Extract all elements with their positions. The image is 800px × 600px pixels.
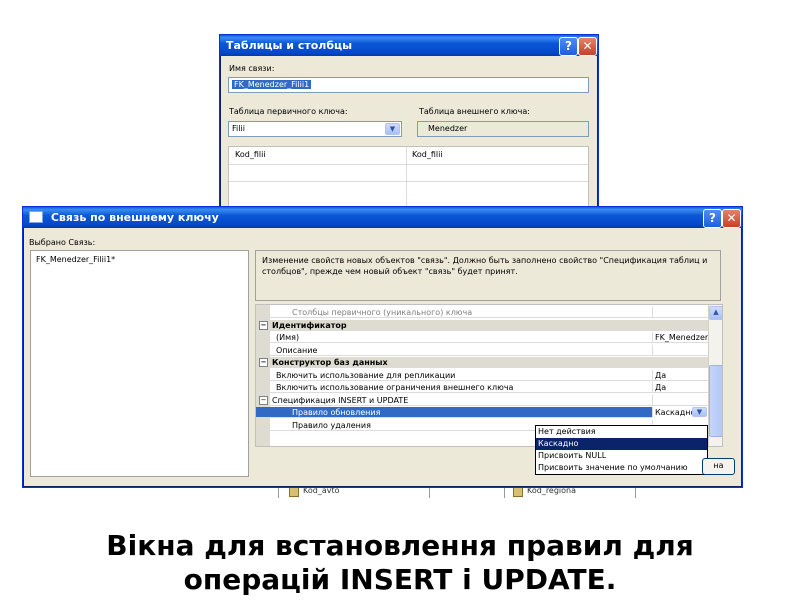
property-name: Идентификатор — [272, 320, 347, 330]
property-name: Описание — [276, 345, 318, 355]
property-row[interactable]: Включить использование ограничения внешн… — [256, 382, 708, 393]
close-dialog-label: на — [713, 461, 724, 470]
property-row[interactable]: Включить использование для репликации Да — [256, 369, 711, 381]
chevron-down-icon[interactable]: ▼ — [385, 123, 400, 135]
tables-columns-titlebar[interactable]: Таблицы и столбцы — [220, 35, 598, 56]
foreign-key-title: Связь по внешнему ключу — [50, 211, 219, 224]
pk-table-label: Таблица первичного ключа: — [229, 107, 348, 116]
collapse-icon[interactable]: − — [259, 395, 268, 405]
scroll-thumb[interactable] — [709, 365, 722, 437]
tables-columns-title: Таблицы и столбцы — [226, 39, 353, 52]
property-value[interactable]: Да — [652, 369, 711, 381]
property-value[interactable]: FK_Menedzer_F — [652, 332, 711, 343]
property-name: Включить использование ограничения внешн… — [276, 383, 514, 392]
caption-line-2: операцій INSERT і UPDATE. — [183, 563, 617, 596]
tables-columns-window: Таблицы и столбцы ? ✕ Имя связи: FK_Mene… — [219, 34, 599, 212]
fk-table-field: Menedzer — [417, 121, 589, 137]
pk-column-cell[interactable]: Kod_filii — [235, 150, 266, 159]
grid-divider — [406, 147, 407, 211]
property-row[interactable]: − Конструктор баз данных — [256, 357, 708, 368]
caption-line-1: Вікна для встановлення правил для — [106, 529, 694, 562]
property-row[interactable]: Правило обновления Каскадно ▼ — [256, 407, 711, 418]
window-icon — [29, 211, 43, 223]
pk-table-value: Filii — [232, 124, 245, 133]
property-name: Правило обновления — [292, 408, 381, 417]
grid-row-line — [229, 181, 588, 182]
property-value[interactable] — [652, 344, 711, 356]
relation-name-input[interactable]: FK_Menedzer_Filii1 — [228, 77, 589, 93]
property-name: Включить использование для репликации — [276, 370, 456, 380]
fk-table-value: Menedzer — [428, 124, 468, 133]
property-value[interactable] — [652, 307, 711, 318]
foreign-key-window: Связь по внешнему ключу ? ✕ Выбрано Связ… — [22, 206, 743, 488]
pk-table-select[interactable]: Filii ▼ — [228, 121, 402, 137]
relation-list[interactable]: FK_Menedzer_Filii1* — [30, 250, 249, 477]
column-mapping-grid[interactable]: Kod_filii Kod_filii — [228, 146, 589, 211]
property-row[interactable]: (Имя) FK_Menedzer_F — [256, 332, 711, 343]
property-value[interactable]: Да — [652, 382, 711, 393]
property-value[interactable] — [652, 394, 711, 406]
property-row[interactable]: − Спецификация INSERT и UPDATE — [256, 394, 711, 406]
collapse-icon[interactable]: − — [259, 358, 268, 367]
help-button[interactable]: ? — [559, 37, 578, 56]
dropdown-option[interactable]: Нет действия — [536, 426, 707, 438]
close-button[interactable]: ✕ — [722, 209, 741, 228]
relation-name-label: Имя связи: — [229, 64, 275, 73]
property-row[interactable]: Описание — [256, 344, 711, 356]
help-button[interactable]: ? — [703, 209, 722, 228]
dropdown-options: Нет действия Каскадно Присвоить NULL Присво… — [536, 426, 707, 474]
property-name: Конструктор баз данных — [272, 358, 388, 367]
property-row[interactable]: Столбцы первичного (уникального) ключа — [256, 307, 708, 318]
table-icon — [513, 487, 523, 497]
property-grid-scrollbar[interactable]: ▲ — [708, 305, 722, 446]
relation-name-value: FK_Menedzer_Filii1 — [232, 80, 312, 89]
scroll-up-button[interactable]: ▲ — [709, 306, 722, 320]
description-text: Изменение свойств новых объектов "связь"… — [262, 256, 708, 276]
property-name: (Имя) — [276, 333, 300, 342]
dropdown-option[interactable]: Присвоить NULL — [536, 450, 707, 462]
table-icon — [289, 487, 299, 497]
relation-list-item[interactable]: FK_Menedzer_Filii1* — [36, 255, 115, 264]
property-name: Столбцы первичного (уникального) ключа — [292, 308, 473, 317]
close-dialog-button[interactable]: на — [702, 458, 735, 475]
foreign-key-titlebar[interactable]: Связь по внешнему ключу — [23, 207, 742, 228]
selected-relation-label: Выбрано Связь: — [29, 238, 96, 247]
grid-row-line — [229, 164, 588, 165]
close-button[interactable]: ✕ — [578, 37, 597, 56]
dropdown-option[interactable]: Каскадно — [536, 438, 707, 450]
update-rule-dropdown[interactable]: Нет действия Каскадно Присвоить NULL Присво… — [535, 425, 708, 475]
description-panel: Изменение свойств новых объектов "связь"… — [255, 250, 721, 301]
fk-table-label: Таблица внешнего ключа: — [419, 107, 530, 116]
collapse-icon[interactable]: − — [259, 320, 268, 330]
chevron-down-icon[interactable]: ▼ — [692, 407, 707, 417]
property-row[interactable]: − Идентификатор — [256, 319, 708, 331]
property-name: Спецификация INSERT и UPDATE — [272, 395, 409, 405]
fk-column-cell[interactable]: Kod_filii — [412, 150, 443, 159]
dropdown-option[interactable]: Присвоить значение по умолчанию — [536, 462, 707, 474]
